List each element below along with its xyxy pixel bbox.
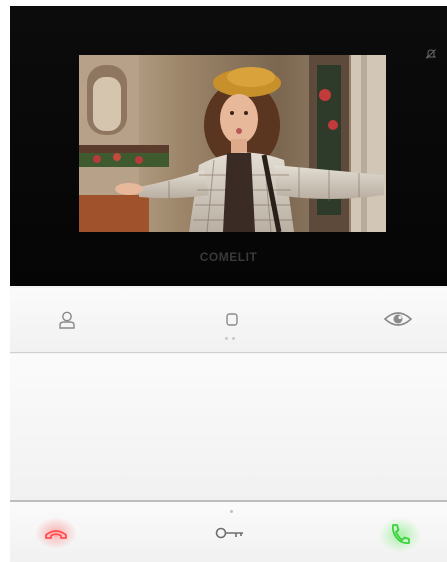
page-indicator: [223, 337, 237, 341]
indicator-dot: [230, 510, 233, 513]
answer-call-icon: [391, 524, 410, 545]
bell-muted-icon: [425, 49, 437, 59]
brand-logo: COMELIT: [199, 250, 258, 264]
answer-call-button[interactable]: [383, 519, 417, 549]
eye-icon: [383, 312, 413, 326]
display-panel: [10, 354, 447, 502]
hang-up-icon: [45, 530, 67, 539]
person-icon: [59, 311, 75, 329]
home-key[interactable]: [215, 305, 249, 335]
screen-bezel: COMELIT: [10, 6, 447, 286]
video-feed-image: [79, 55, 386, 232]
hang-up-button[interactable]: [39, 519, 73, 549]
eye-key[interactable]: [381, 304, 415, 334]
intercom-device: COMELIT: [10, 6, 447, 562]
door-key-button[interactable]: [213, 518, 247, 548]
person-key[interactable]: [50, 305, 84, 335]
video-screen: [79, 55, 386, 232]
home-square-icon: [226, 313, 238, 326]
key-icon: [215, 527, 243, 539]
